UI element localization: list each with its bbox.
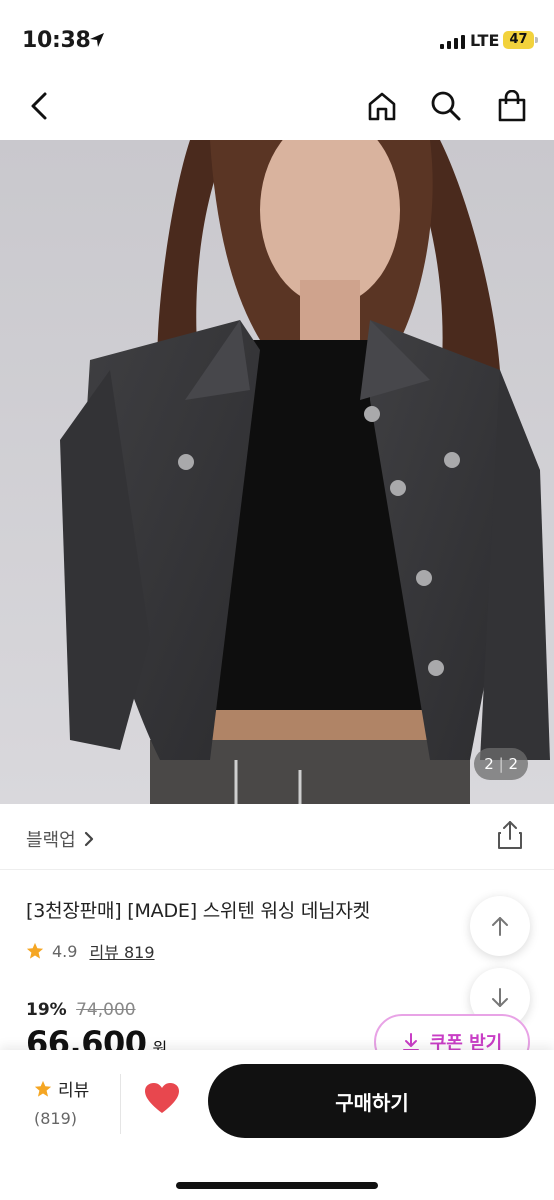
gallery-page-indicator: 2 | 2	[474, 748, 528, 780]
download-icon	[402, 1033, 419, 1051]
search-icon	[431, 91, 461, 121]
network-type: LTE	[470, 31, 500, 50]
share-icon	[498, 821, 522, 849]
review-summary-count: (819)	[34, 1109, 78, 1128]
location-arrow-icon	[88, 31, 106, 53]
gallery-separator: |	[498, 755, 504, 773]
like-button[interactable]	[144, 1082, 184, 1118]
nav-bar	[0, 70, 554, 140]
product-title: [3천장판매] [MADE] 스위텐 워싱 데님자켓	[26, 900, 370, 922]
review-link[interactable]: 리뷰 819	[89, 939, 154, 963]
shopping-bag-icon	[498, 90, 526, 122]
back-button[interactable]	[20, 86, 60, 126]
scroll-up-button[interactable]	[470, 896, 530, 956]
brand-name: 블랙업	[26, 830, 76, 851]
product-photo-illustration	[0, 140, 554, 804]
battery-tip	[535, 37, 538, 43]
battery-icon: 47	[503, 31, 534, 49]
price-row: 19% 74,000	[26, 1000, 136, 1020]
brand-link[interactable]: 블랙업	[26, 826, 94, 852]
share-button[interactable]	[496, 820, 528, 854]
discount-rate: 19%	[26, 1000, 67, 1020]
heart-icon	[145, 1083, 179, 1113]
chevron-right-icon	[84, 831, 93, 847]
chevron-left-icon	[31, 92, 47, 120]
review-summary-button[interactable]: 리뷰 (819)	[34, 1076, 114, 1128]
arrow-up-icon	[492, 917, 508, 936]
star-icon	[34, 1080, 52, 1097]
arrow-down-icon	[492, 988, 508, 1007]
status-bar: 10:38 LTE 47	[0, 0, 554, 70]
cart-button[interactable]	[492, 86, 532, 126]
divider	[120, 1074, 121, 1134]
star-icon	[26, 942, 44, 959]
rating-row: 4.9 리뷰 819	[26, 939, 155, 963]
gallery-total: 2	[508, 755, 518, 773]
search-button[interactable]	[426, 86, 466, 126]
buy-button[interactable]: 구매하기	[208, 1064, 536, 1138]
review-summary-label: 리뷰	[58, 1081, 90, 1101]
original-price: 74,000	[76, 1000, 136, 1020]
brand-row: 블랙업	[0, 804, 554, 870]
home-icon	[368, 92, 396, 121]
status-time: 10:38	[22, 28, 91, 53]
product-image[interactable]: 2 | 2	[0, 140, 554, 804]
rating-value: 4.9	[52, 941, 78, 961]
home-button[interactable]	[362, 86, 402, 126]
home-indicator	[176, 1182, 378, 1189]
bottom-action-bar: 리뷰 (819) 구매하기	[0, 1050, 554, 1200]
gallery-current: 2	[484, 755, 494, 773]
cellular-signal-icon	[440, 34, 466, 53]
